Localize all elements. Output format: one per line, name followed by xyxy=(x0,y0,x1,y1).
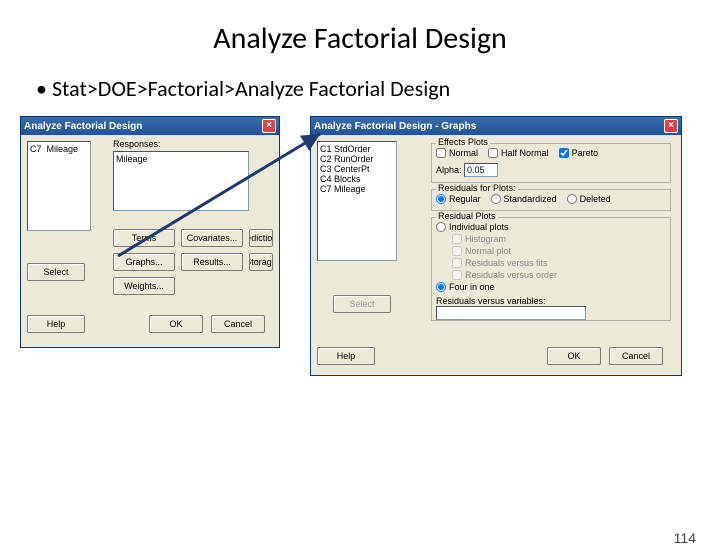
dialog2-titlebar[interactable]: Analyze Factorial Design - Graphs × xyxy=(311,117,681,135)
alpha-input[interactable]: 0.05 xyxy=(464,163,498,177)
list-item[interactable]: C7 Mileage xyxy=(320,184,394,194)
alpha-label: Alpha: xyxy=(436,165,462,175)
help-button[interactable]: Help xyxy=(27,315,85,333)
covariates-button[interactable]: Covariates... xyxy=(181,229,243,247)
dialog2-title: Analyze Factorial Design - Graphs xyxy=(314,121,664,132)
menu-path-text: Stat>DOE>Factorial>Analyze Factorial Des… xyxy=(36,75,720,102)
pareto-checkbox[interactable]: Pareto xyxy=(559,148,599,158)
res-vs-vars-label: Residuals versus variables: xyxy=(436,296,546,306)
regular-radio[interactable]: Regular xyxy=(436,194,481,204)
responses-input[interactable]: Mileage xyxy=(113,151,249,211)
normal-checkbox[interactable]: Normal xyxy=(436,148,478,158)
prediction-button[interactable]: Prediction... xyxy=(249,229,273,247)
list-item[interactable]: C4 Blocks xyxy=(320,174,394,184)
individual-plots-radio[interactable]: Individual plots xyxy=(436,222,509,232)
effects-plots-title: Effects Plots xyxy=(436,137,490,147)
responses-label: Responses: xyxy=(113,139,161,149)
graphs-button[interactable]: Graphs... xyxy=(113,253,175,271)
dialog1-title: Analyze Factorial Design xyxy=(24,121,262,132)
analyze-factorial-dialog: Analyze Factorial Design × C7 Mileage Re… xyxy=(20,116,280,348)
variable-listbox[interactable]: C7 Mileage xyxy=(27,141,91,231)
resfor-title: Residuals for Plots: xyxy=(436,183,518,193)
residuals-for-plots-group: Residuals for Plots: Regular Standardize… xyxy=(431,189,671,211)
responses-value: Mileage xyxy=(116,154,148,164)
slide-title: Analyze Factorial Design xyxy=(0,20,720,57)
res-vs-order-checkbox: Residuals versus order xyxy=(452,270,557,280)
weights-button[interactable]: Weights... xyxy=(113,277,175,295)
res-vs-fits-checkbox: Residuals versus fits xyxy=(452,258,548,268)
histogram-checkbox: Histogram xyxy=(452,234,506,244)
list-item[interactable]: C1 StdOrder xyxy=(320,144,394,154)
list-item[interactable]: C3 CenterPt xyxy=(320,164,394,174)
normalplot-checkbox: Normal plot xyxy=(452,246,511,256)
dialogs-area: Analyze Factorial Design × C7 Mileage Re… xyxy=(0,116,720,416)
deleted-radio[interactable]: Deleted xyxy=(567,194,611,204)
storage-button[interactable]: Storage xyxy=(249,253,273,271)
list-item[interactable]: C2 RunOrder xyxy=(320,154,394,164)
help-button[interactable]: Help xyxy=(317,347,375,365)
column-listbox[interactable]: C1 StdOrder C2 RunOrder C3 CenterPt C4 B… xyxy=(317,141,397,261)
ok-button[interactable]: OK xyxy=(547,347,601,365)
select-button: Select xyxy=(333,295,391,313)
residual-plots-group: Residual Plots Individual plots Histogra… xyxy=(431,217,671,321)
page-number: 114 xyxy=(674,530,696,546)
listrow-name: Mileage xyxy=(47,144,79,154)
ok-button[interactable]: OK xyxy=(149,315,203,333)
cancel-button[interactable]: Cancel xyxy=(609,347,663,365)
dialog1-titlebar[interactable]: Analyze Factorial Design × xyxy=(21,117,279,135)
standardized-radio[interactable]: Standardized xyxy=(491,194,557,204)
cancel-button[interactable]: Cancel xyxy=(211,315,265,333)
four-in-one-radio[interactable]: Four in one xyxy=(436,282,495,292)
analyze-factorial-graphs-dialog: Analyze Factorial Design - Graphs × C1 S… xyxy=(310,116,682,376)
res-vs-vars-input[interactable] xyxy=(436,306,586,320)
halfnormal-checkbox[interactable]: Half Normal xyxy=(488,148,549,158)
listrow-col: C7 xyxy=(30,144,42,154)
results-button[interactable]: Results... xyxy=(181,253,243,271)
close-icon[interactable]: × xyxy=(664,119,678,133)
terms-button[interactable]: Terms xyxy=(113,229,175,247)
effects-plots-group: Effects Plots Normal Half Normal Pareto … xyxy=(431,143,671,183)
close-icon[interactable]: × xyxy=(262,119,276,133)
select-button[interactable]: Select xyxy=(27,263,85,281)
residual-plots-title: Residual Plots xyxy=(436,211,498,221)
